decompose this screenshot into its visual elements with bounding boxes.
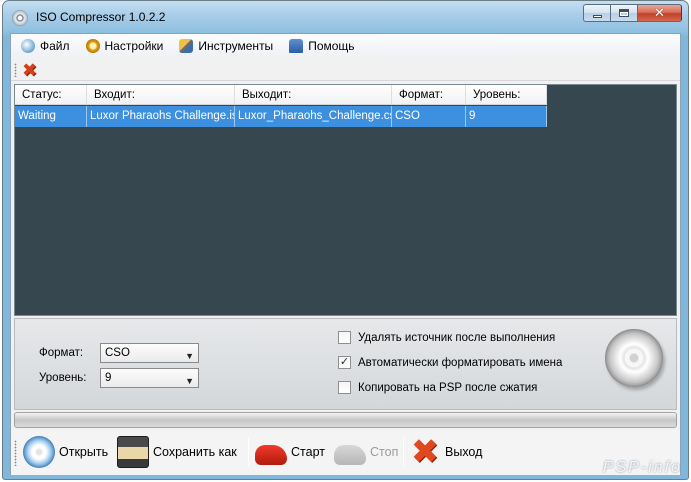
remove-item-icon[interactable]: ✖ [22,61,37,79]
app-window: ISO Compressor 1.0.2.2 ✕ Файл Настройки … [2,0,689,480]
progress-bar [14,412,677,428]
watermark: PSP-info [602,459,682,476]
copy-to-psp-label: Копировать на PSP после сжатия [358,381,538,394]
app-disc-icon [12,10,28,26]
minimize-icon [592,15,602,18]
cell-level: 9 [466,106,547,127]
auto-format-names-option[interactable]: ✓ Автоматически форматировать имена [338,356,562,369]
menu-help[interactable]: Помощь [289,39,355,53]
maximize-icon [619,9,629,17]
close-icon: ✕ [654,5,665,20]
list-header: Статус: Входит: Выходит: Формат: Уровень… [15,85,547,105]
cell-output: Luxor_Pharaohs_Challenge.cso [235,106,392,127]
column-status[interactable]: Статус: [15,85,87,105]
client-area: Файл Настройки Инструменты Помощь ✖ Стат… [10,33,681,475]
level-select[interactable]: 9 ▼ [100,368,199,388]
exit-x-icon: ✖ [410,433,440,471]
window-title: ISO Compressor 1.0.2.2 [36,10,166,24]
menu-bar: Файл Настройки Инструменты Помощь [11,34,680,58]
cell-input: Luxor Pharaohs Challenge.iso [87,106,235,127]
column-output[interactable]: Выходит: [235,85,392,105]
file-icon [21,39,35,53]
open-label: Открыть [59,445,109,459]
menu-help-label: Помощь [308,39,355,53]
stop-label: Стоп [370,445,399,459]
auto-format-names-label: Автоматически форматировать имена [358,356,563,369]
race-car-icon [255,445,287,465]
delete-source-label: Удалять источник после выполнения [358,331,556,344]
save-as-label: Сохранить как [153,445,237,459]
menu-file[interactable]: Файл [21,39,70,53]
auto-format-names-checkbox[interactable]: ✓ [338,356,351,369]
save-as-button[interactable]: Сохранить как [117,434,237,470]
settings-icon [85,39,100,53]
settings-panel: Формат: CSO ▼ Уровень: 9 ▼ Удалять источ… [14,318,677,410]
level-label: Уровень: [39,372,87,384]
toolbar-separator [248,438,249,466]
minimize-button[interactable] [583,4,610,22]
toolbar-grip[interactable] [14,63,17,77]
window-controls: ✕ [583,4,682,22]
copy-to-psp-option[interactable]: Копировать на PSP после сжатия [338,381,537,394]
small-toolbar: ✖ [11,59,680,81]
stop-car-icon [334,445,366,465]
format-label: Формат: [39,347,84,359]
floppy-disk-icon [117,436,149,468]
chevron-down-icon: ▼ [185,376,194,386]
menu-file-label: Файл [40,39,70,53]
job-list[interactable]: Статус: Входит: Выходит: Формат: Уровень… [14,84,677,316]
format-select-value: CSO [105,347,130,359]
open-disc-icon [23,436,55,468]
tools-icon [179,39,194,53]
close-button[interactable]: ✕ [637,4,682,22]
level-select-value: 9 [105,372,112,384]
column-input[interactable]: Входит: [87,85,235,105]
stop-button[interactable]: Стоп [334,434,398,470]
bottom-toolbar: Открыть Сохранить как Старт Стоп ✖ Выход [11,430,680,475]
maximize-button[interactable] [610,4,637,22]
start-button[interactable]: Старт [255,434,325,470]
exit-label: Выход [445,445,483,459]
start-label: Старт [291,445,325,459]
menu-settings[interactable]: Настройки [85,39,164,53]
delete-source-option[interactable]: Удалять источник после выполнения [338,331,555,344]
cell-format: CSO [392,106,466,127]
title-bar[interactable]: ISO Compressor 1.0.2.2 ✕ [3,1,688,31]
toolbar-grip[interactable] [14,440,17,466]
column-level[interactable]: Уровень: [466,85,547,105]
menu-tools-label: Инструменты [198,39,274,53]
cell-status: Waiting [15,106,87,127]
open-button[interactable]: Открыть [23,434,108,470]
column-format[interactable]: Формат: [392,85,466,105]
disc-icon [605,329,663,387]
menu-settings-label: Настройки [104,39,164,53]
delete-source-checkbox[interactable] [338,331,351,344]
chevron-down-icon: ▼ [185,351,194,361]
menu-tools[interactable]: Инструменты [179,39,273,53]
help-icon [289,39,304,53]
toolbar-separator [403,438,404,466]
exit-button[interactable]: ✖ Выход [409,433,483,471]
copy-to-psp-checkbox[interactable] [338,381,351,394]
list-row[interactable]: Waiting Luxor Pharaohs Challenge.iso Lux… [15,106,547,127]
format-select[interactable]: CSO ▼ [100,343,199,363]
